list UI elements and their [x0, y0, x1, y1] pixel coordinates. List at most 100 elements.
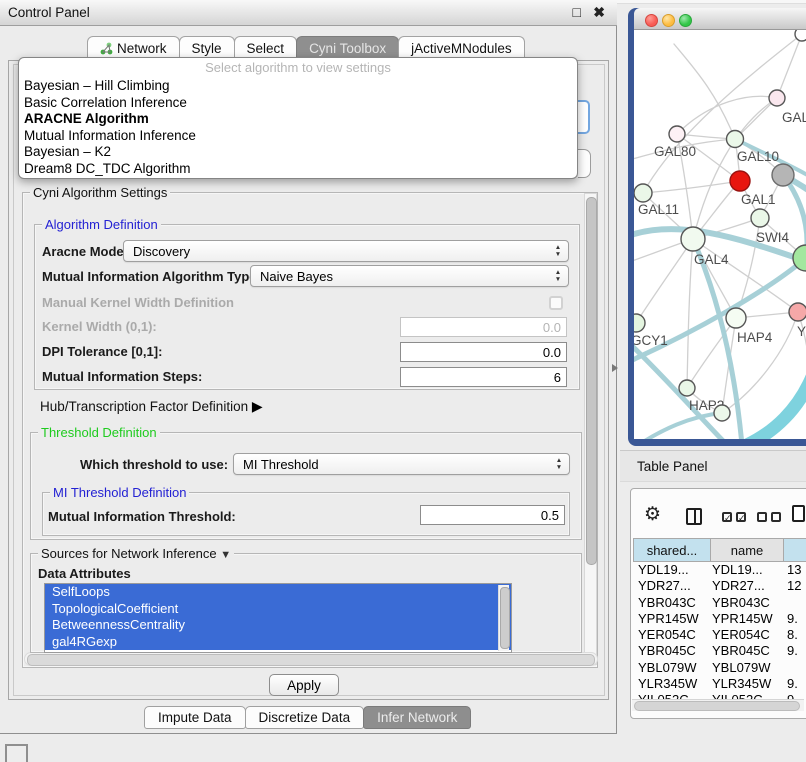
- table-cell: YLR345W: [712, 676, 771, 692]
- table-cell: YIL052C: [638, 692, 689, 699]
- dropdown-item[interactable]: ARACNE Algorithm: [19, 111, 577, 128]
- kernel-width-field[interactable]: 0.0: [400, 317, 567, 337]
- table-horizontal-scrollbar[interactable]: [632, 699, 804, 711]
- table-cell: YBL079W: [712, 660, 771, 676]
- dropdown-item[interactable]: Dream8 DC_TDC Algorithm: [19, 161, 577, 178]
- spinner-arrows-icon: ▲▼: [553, 269, 563, 283]
- tab-discretize-data[interactable]: Discretize Data: [245, 706, 365, 729]
- table-cell: YBL079W: [638, 660, 697, 676]
- network-node-gal[interactable]: [769, 90, 785, 106]
- settings-vertical-scrollbar[interactable]: [584, 193, 597, 665]
- dropdown-item[interactable]: Mutual Information Inference: [19, 128, 577, 145]
- dropdown-item[interactable]: Bayesian – K2: [19, 144, 577, 161]
- network-node-gal10[interactable]: [727, 131, 744, 148]
- network-node-gal80[interactable]: [669, 126, 685, 142]
- table-row[interactable]: YER054CYER054C8.: [631, 627, 805, 643]
- attribute-item[interactable]: gal4RGexp: [45, 634, 511, 651]
- mi-steps-field[interactable]: 6: [400, 367, 567, 387]
- minimize-traffic-light[interactable]: [662, 14, 675, 27]
- bottom-tab-bar: Impute DataDiscretize DataInfer Network: [145, 706, 471, 729]
- dpi-tolerance-field[interactable]: 0.0: [400, 342, 567, 362]
- tab-infer-network[interactable]: Infer Network: [363, 706, 471, 729]
- table-cell: YER054C: [712, 627, 770, 643]
- network-edge: [643, 181, 740, 193]
- apply-button[interactable]: Apply: [269, 674, 339, 696]
- network-node-gal1[interactable]: [730, 171, 750, 191]
- threshold-definition-title: Threshold Definition: [38, 425, 160, 440]
- network-node[interactable]: [795, 30, 806, 41]
- node-label: SWI4: [756, 230, 789, 245]
- network-canvas[interactable]: GALGAL80GAL10GAL1GAL11SWI4GAL4GCY1HAP4YH…: [634, 30, 806, 439]
- table-panel-title: Table Panel: [637, 459, 708, 474]
- tab-impute-data[interactable]: Impute Data: [144, 706, 246, 729]
- column-header[interactable]: [783, 538, 806, 562]
- gear-icon[interactable]: ⚙: [644, 503, 661, 526]
- zoom-traffic-light[interactable]: [679, 14, 692, 27]
- network-combobox-edge: [578, 149, 591, 178]
- columns-icon[interactable]: [686, 508, 702, 525]
- node-label: GAL: [782, 110, 806, 125]
- sources-title-text: Sources for Network Inference: [41, 546, 217, 561]
- network-node-gcy1[interactable]: [634, 314, 645, 332]
- network-node-gal4[interactable]: [681, 227, 705, 251]
- table-row[interactable]: YLR345WYLR345W9.: [631, 676, 805, 692]
- table-row[interactable]: YPR145WYPR145W9.: [631, 611, 805, 627]
- screenshot-root: Control Panel □ ✖ NetworkStyleSelectCyni…: [0, 0, 806, 762]
- close-traffic-light[interactable]: [645, 14, 658, 27]
- attribute-item[interactable]: SelfLoops: [45, 584, 511, 601]
- network-node-y[interactable]: [789, 303, 806, 321]
- mi-algorithm-type-label: Mutual Information Algorithm Type:: [42, 269, 261, 284]
- data-attributes-label: Data Attributes: [38, 566, 131, 581]
- deselect-checkbox-icon[interactable]: [757, 512, 767, 522]
- column-header[interactable]: shared...: [633, 538, 711, 562]
- column-header[interactable]: name: [710, 538, 784, 562]
- attribute-item[interactable]: TopologicalCoefficient: [45, 601, 511, 618]
- network-edge: [636, 239, 693, 323]
- expand-right-icon: ▶: [252, 398, 263, 414]
- network-node-hap2[interactable]: [679, 380, 695, 396]
- settings-horizontal-scrollbar[interactable]: [24, 652, 598, 666]
- table-cell: 9.: [787, 643, 798, 659]
- sources-title[interactable]: Sources for Network Inference ▼: [38, 546, 234, 561]
- network-node[interactable]: [772, 164, 794, 186]
- network-node-swi4[interactable]: [751, 209, 769, 227]
- which-threshold-combobox[interactable]: MI Threshold ▲▼: [233, 453, 570, 475]
- select-all-checkbox-icon[interactable]: ✓: [736, 512, 746, 522]
- split-pane-arrow-icon[interactable]: [612, 364, 618, 372]
- deselect-checkbox-icon[interactable]: [771, 512, 781, 522]
- mi-algorithm-type-combobox[interactable]: Naive Bayes ▲▼: [250, 265, 569, 287]
- float-window-icon[interactable]: □: [573, 4, 581, 20]
- dropdown-prompt: Select algorithm to view settings: [19, 58, 577, 78]
- table-cell: YPR145W: [638, 611, 699, 627]
- mi-threshold-field[interactable]: 0.5: [420, 505, 565, 525]
- node-label: GCY1: [634, 333, 668, 348]
- select-all-checkbox-icon[interactable]: ✓: [722, 512, 732, 522]
- table-cell: 13: [787, 562, 801, 578]
- document-icon[interactable]: [792, 505, 805, 522]
- table-row[interactable]: YIL052CYIL052C9: [631, 692, 805, 699]
- table-cell: 9: [787, 692, 794, 699]
- attribute-item[interactable]: BetweennessCentrality: [45, 617, 511, 634]
- node-label: GAL4: [694, 252, 729, 267]
- table-row[interactable]: YDR27...YDR27...12: [631, 578, 805, 594]
- node-label: Y: [797, 324, 806, 339]
- network-node-hap4[interactable]: [726, 308, 746, 328]
- aracne-mode-combobox[interactable]: Discovery ▲▼: [123, 240, 569, 262]
- manual-kernel-width-checkbox[interactable]: [549, 296, 563, 310]
- which-threshold-value: MI Threshold: [243, 457, 319, 472]
- close-window-icon[interactable]: ✖: [593, 4, 605, 21]
- table-row[interactable]: YBR045CYBR045C9.: [631, 643, 805, 659]
- dropdown-item[interactable]: Bayesian – Hill Climbing: [19, 78, 577, 95]
- table-row[interactable]: YBR043CYBR043C: [631, 595, 805, 611]
- network-window-titlebar: [634, 8, 806, 30]
- network-node[interactable]: [714, 405, 730, 421]
- control-panel-titlebar: Control Panel □ ✖: [0, 0, 617, 26]
- mi-steps-label: Mutual Information Steps:: [42, 369, 202, 384]
- dropdown-item[interactable]: Basic Correlation Inference: [19, 95, 577, 112]
- table-row[interactable]: YDL19...YDL19...13: [631, 562, 805, 578]
- attributes-list-scrollbar[interactable]: [498, 585, 509, 651]
- hub-definition-toggle[interactable]: Hub/Transcription Factor Definition ▶: [40, 398, 263, 415]
- data-attributes-list[interactable]: SelfLoopsTopologicalCoefficientBetweenne…: [44, 583, 512, 653]
- network-node-gal11[interactable]: [634, 184, 652, 202]
- table-row[interactable]: YBL079W YBL079W: [631, 660, 805, 676]
